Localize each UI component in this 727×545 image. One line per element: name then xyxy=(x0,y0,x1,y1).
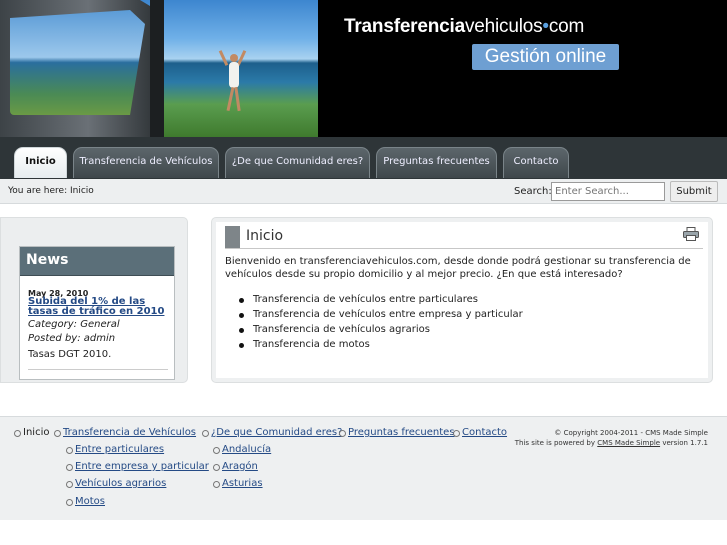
footer-link-empresa-particular[interactable]: Entre empresa y particular xyxy=(66,461,209,472)
footer-link-motos[interactable]: Motos xyxy=(66,496,105,507)
copyright-notice: © Copyright 2004-2011 - CMS Made Simple … xyxy=(510,428,708,448)
gestion-online-badge: Gestión online xyxy=(472,44,619,70)
main-nav: Inicio Transferencia de Vehículos ¿De qu… xyxy=(0,137,727,179)
footer-link-asturias[interactable]: Asturias xyxy=(213,478,263,489)
copyright-text: © Copyright 2004-2011 - CMS Made Simple xyxy=(554,429,708,437)
title-marker xyxy=(225,226,240,248)
cms-version: version 1.7.1 xyxy=(662,439,708,447)
breadcrumb-prefix: You are here: xyxy=(8,186,68,196)
tab-contacto[interactable]: Contacto xyxy=(503,147,569,178)
powered-by-text: This site is powered by xyxy=(514,439,596,447)
list-item: Transferencia de vehículos entre empresa… xyxy=(239,308,523,323)
news-divider xyxy=(28,369,168,370)
news-summary: Tasas DGT 2010. xyxy=(28,349,112,360)
footer-link-andalucia[interactable]: Andalucía xyxy=(212,444,271,455)
title-divider xyxy=(225,248,703,249)
site-logo[interactable]: Transferenciavehiculos•com xyxy=(344,16,584,38)
car-window-image xyxy=(10,10,145,115)
intro-paragraph: Bienvenido en transferenciavehiculos.com… xyxy=(225,256,691,280)
services-list: Transferencia de vehículos entre particu… xyxy=(239,293,523,353)
header-photo xyxy=(0,0,318,137)
news-box: News May 28, 2010 Subida del 1% de las t… xyxy=(19,246,175,380)
footer-link-comunidad[interactable]: ¿De que Comunidad eres? xyxy=(201,427,342,438)
footer-link-agrarios[interactable]: Vehículos agrarios xyxy=(65,478,166,489)
car-pillar-image xyxy=(150,0,164,137)
tab-inicio[interactable]: Inicio xyxy=(14,147,67,178)
logo-text: vehiculos xyxy=(464,16,543,37)
list-item: Transferencia de vehículos entre particu… xyxy=(239,293,523,308)
footer-link-inicio: Inicio xyxy=(13,427,50,438)
breadcrumb-current: Inicio xyxy=(69,186,94,196)
footer-link-contacto[interactable]: Contacto xyxy=(452,427,507,438)
footer-link-transferencia[interactable]: Transferencia de Vehículos xyxy=(53,427,196,438)
list-item: Transferencia de motos xyxy=(239,338,523,353)
cms-link[interactable]: CMS Made Simple xyxy=(597,439,660,447)
person-figure-image xyxy=(218,50,247,120)
breadcrumb: You are here: Inicio xyxy=(8,186,94,196)
search-label: Search: xyxy=(514,186,552,197)
search-input[interactable] xyxy=(551,182,665,201)
tab-transferencia[interactable]: Transferencia de Vehículos xyxy=(73,147,219,178)
news-title: News xyxy=(20,247,174,276)
powered-by: This site is powered by CMS Made Simple … xyxy=(510,438,708,448)
tab-preguntas[interactable]: Preguntas frecuentes xyxy=(376,147,497,178)
page-title: Inicio xyxy=(246,228,284,244)
footer-link-entre-particulares[interactable]: Entre particulares xyxy=(65,444,164,455)
logo-bold-text: Transferencia xyxy=(344,16,465,37)
footer-link-aragon[interactable]: Aragón xyxy=(213,461,258,472)
list-item: Transferencia de vehículos agrarios xyxy=(239,323,523,338)
site-header: Transferenciavehiculos•com Gestión onlin… xyxy=(0,0,727,137)
print-icon[interactable] xyxy=(683,227,699,241)
footer-link-preguntas[interactable]: Preguntas frecuentes xyxy=(339,427,455,438)
logo-tld: com xyxy=(548,16,585,37)
tab-comunidad[interactable]: ¿De que Comunidad eres? xyxy=(225,147,370,178)
search-submit-button[interactable]: Submit xyxy=(670,181,718,202)
news-headline-link[interactable]: Subida del 1% de las tasas de tráfico en… xyxy=(28,297,168,317)
news-category: Category: General xyxy=(28,319,120,330)
news-author: Posted by: admin xyxy=(28,333,116,344)
